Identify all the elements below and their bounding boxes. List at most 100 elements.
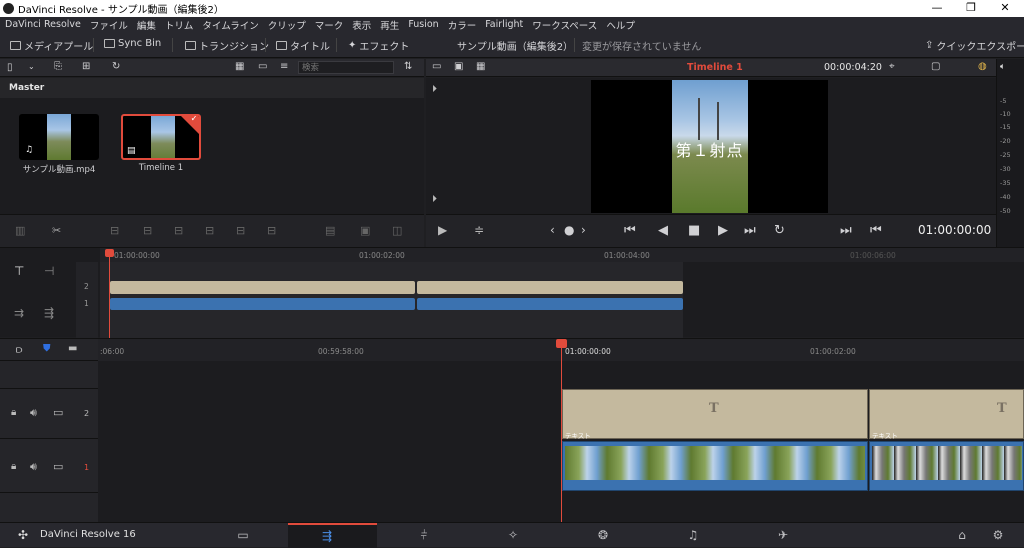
upper-playhead-handle[interactable] [105,249,114,257]
sync-bin-button[interactable]: Sync Bin [104,38,161,49]
menu-view[interactable]: 表示 [352,18,371,32]
color-page-icon[interactable]: ❂ [593,528,613,542]
menu-help[interactable]: ヘルプ [606,18,635,32]
go-to-start-icon[interactable]: ⏮ [624,223,636,238]
video-clip[interactable] [869,441,1024,491]
marker-icon[interactable]: ▬ [68,343,77,354]
transitions-button[interactable]: トランジション [185,38,269,53]
deliver-page-icon[interactable]: ✈ [773,528,793,542]
play-reverse-icon[interactable]: ◀ [658,223,668,238]
clip-thumbnail-sample-video[interactable]: ♫ [19,114,99,160]
menu-playback[interactable]: 再生 [380,18,399,32]
speaker-icon[interactable]: 🔈︎ [1000,62,1005,72]
lock-icon[interactable]: 🔒︎ [11,407,16,418]
menu-mark[interactable]: マーク [315,18,344,32]
settings-sliders-icon[interactable]: ≑ [474,223,484,237]
monitor-icon[interactable]: ▭ [53,406,63,419]
upper-playhead[interactable] [109,252,110,338]
append-icon[interactable]: ⊟ [236,224,245,237]
viewer-mode-icon[interactable]: ▭ [432,61,441,72]
title-icon[interactable]: ▣ [360,224,370,237]
list-view-icon[interactable]: ≡ [280,61,288,72]
menu-edit[interactable]: 編集 [137,18,156,32]
cut-page-tab[interactable]: ⇶ [288,523,377,548]
thumbnail-view-icon[interactable]: ▦ [235,61,244,72]
transform-icon[interactable]: ⌖ [889,61,895,72]
edit-page-icon[interactable]: ⫩ [414,528,434,543]
stop-icon[interactable]: ■ [688,223,700,238]
sort-icon[interactable]: ⇅ [404,61,412,72]
menu-color[interactable]: カラー [448,18,477,32]
lower-playhead-handle[interactable] [556,339,567,348]
menu-trim[interactable]: トリム [165,18,194,32]
menu-timeline[interactable]: タイムライン [202,18,258,32]
search-input[interactable] [298,61,394,74]
menu-file[interactable]: ファイル [90,18,128,32]
snap-tool-icon[interactable]: ⊤ [14,264,24,278]
output-icon[interactable]: ▢ [931,61,940,72]
color-wheel-icon[interactable]: ◍ [978,61,987,72]
upper-video-clip[interactable] [110,298,415,310]
loop-icon[interactable]: ↻ [774,223,785,238]
close-button[interactable]: ✕ [988,0,1022,17]
gear-icon[interactable]: ⚙ [988,528,1008,542]
minimize-button[interactable]: — [920,0,954,17]
chevron-down-icon[interactable]: ⌄ [28,62,35,71]
lower-playhead[interactable] [561,347,562,523]
blade-edit-icon[interactable]: ▥ [15,224,25,237]
prev-edit-icon[interactable]: ⏵ [432,84,437,95]
quick-export-button[interactable]: ⇪ クイックエクスポート [925,38,1024,53]
monitor-icon[interactable]: ▭ [53,460,63,473]
fairlight-page-icon[interactable]: ♫ [683,528,703,542]
menu-fusion[interactable]: Fusion [408,19,438,30]
maximize-button[interactable]: ❐ [954,0,988,17]
menu-davinci[interactable]: DaVinci Resolve [5,19,81,30]
trim-tool-icon[interactable]: ⊣ [44,264,54,278]
replace-clip-icon[interactable]: ⊟ [174,224,183,237]
sidebar-toggle-icon[interactable]: ▯ [7,62,13,73]
audio-icon[interactable]: 🔊︎ [30,460,37,474]
menu-workspace[interactable]: ワークスペース [532,18,597,32]
smooth-cut-icon[interactable]: ▤ [325,224,335,237]
jog-right-icon[interactable]: › [581,223,586,237]
next-marker-icon[interactable]: ⏭ [840,223,852,238]
match-frame-icon[interactable]: ▶ [438,223,447,237]
next-edit-icon[interactable]: ⏵ [432,194,437,205]
place-on-top-icon[interactable]: ⊟ [205,224,214,237]
layout-icon[interactable]: ▦ [476,61,485,72]
upper-text-clip[interactable] [417,281,683,294]
filmstrip-view-icon[interactable]: ▭ [258,61,267,72]
media-pool-button[interactable]: メディアプール [10,38,93,53]
new-timeline-icon[interactable]: ⊞ [82,61,90,72]
jog-left-icon[interactable]: ‹ [550,223,555,237]
zoom-tool-icon[interactable]: ⇉ [14,306,24,320]
lock-icon[interactable]: 🔒︎ [11,461,16,472]
go-to-end-icon[interactable]: ⏭ [744,223,756,238]
insert-clip-icon[interactable]: ⊟ [110,224,119,237]
transition-icon[interactable]: ◫ [392,224,402,237]
scissors-icon[interactable]: ✂ [52,224,61,237]
play-icon[interactable]: ▶ [718,223,728,238]
menu-clip[interactable]: クリップ [268,18,306,32]
jog-dot-icon[interactable]: ● [564,223,574,237]
fusion-page-icon[interactable]: ✧ [503,528,523,542]
new-bin-icon[interactable]: ⎘ [54,61,62,72]
effects-button[interactable]: ✦ エフェクト [348,38,409,53]
title-clip[interactable]: T テキスト [869,389,1024,440]
upper-video-clip[interactable] [417,298,683,310]
cinema-icon[interactable]: ▣ [454,61,463,72]
flag-icon[interactable]: ⛊ [43,343,51,354]
media-page-icon[interactable]: ▭ [233,528,253,542]
clip-thumbnail-timeline-1[interactable]: ▤ ✓ [121,114,201,160]
dynamic-trim-icon[interactable]: ⇶ [44,306,54,320]
prev-marker-icon[interactable]: ⏮ [870,223,882,238]
titles-button[interactable]: タイトル [276,38,330,53]
refresh-icon[interactable]: ↻ [112,61,120,72]
audio-icon[interactable]: 🔊︎ [30,406,37,420]
ripple-overwrite-icon[interactable]: ⊟ [267,224,276,237]
upper-text-clip[interactable] [110,281,415,294]
video-clip[interactable] [562,441,868,491]
snapping-icon[interactable]: ⫐ [16,343,22,357]
menu-fairlight[interactable]: Fairlight [485,19,523,30]
home-icon[interactable]: ⌂ [952,528,972,542]
